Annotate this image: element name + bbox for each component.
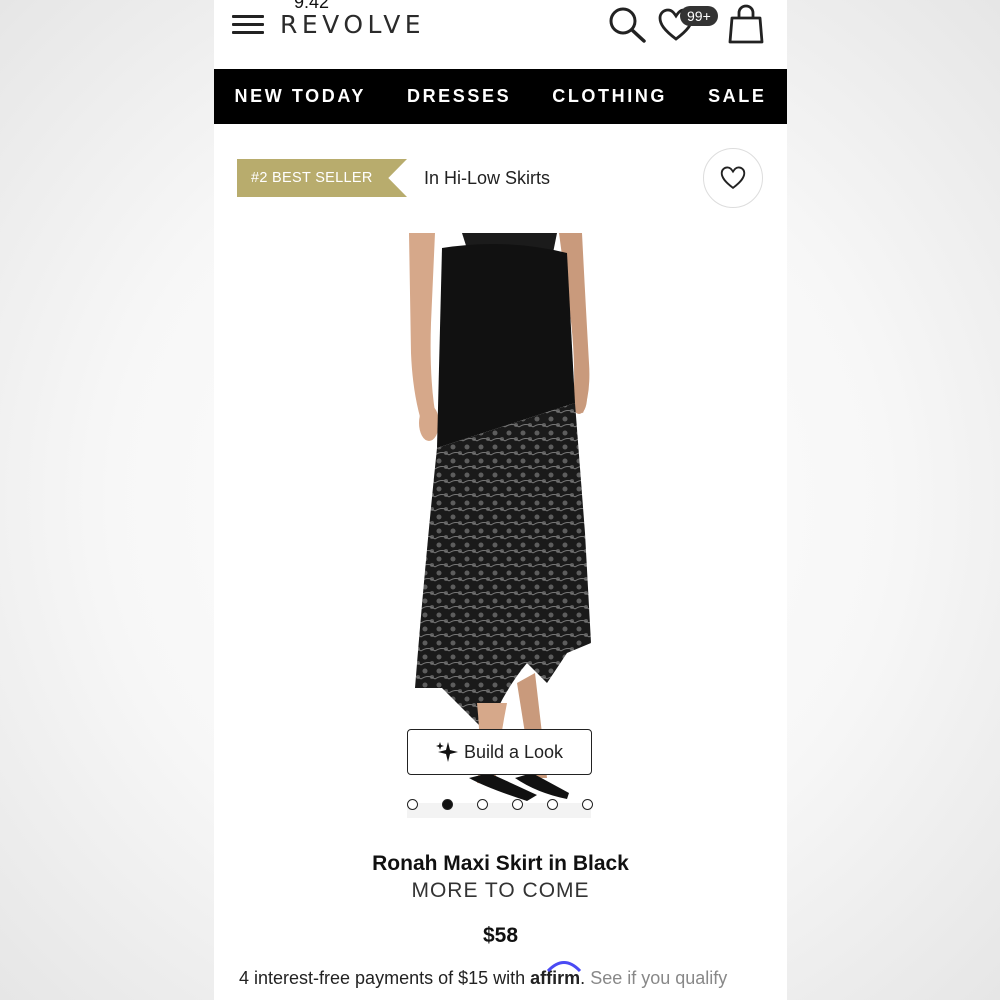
build-a-look-label: Build a Look	[463, 741, 564, 762]
add-to-wishlist-button[interactable]	[703, 148, 763, 208]
gallery-dot[interactable]	[582, 799, 593, 810]
bestseller-badge: #2 BEST SELLER	[237, 159, 407, 197]
wishlist-count-badge: 99+	[680, 6, 718, 26]
shopping-bag-icon[interactable]	[727, 4, 765, 44]
search-icon[interactable]	[608, 6, 648, 44]
product-title: Ronah Maxi Skirt in Black	[372, 852, 629, 875]
gallery-dot[interactable]	[477, 799, 488, 810]
nav-item-sale[interactable]: SALE	[708, 86, 766, 107]
nav-item-new-today[interactable]: NEW TODAY	[235, 86, 366, 107]
product-price: $58	[482, 924, 519, 947]
heart-icon	[720, 166, 746, 190]
category-nav: NEW TODAY DRESSES CLOTHING SALE	[214, 69, 787, 124]
nav-item-clothing[interactable]: CLOTHING	[552, 86, 667, 107]
affirm-logo: affirm	[530, 961, 582, 988]
category-link[interactable]: In Hi-Low Skirts	[424, 168, 550, 189]
nav-item-dresses[interactable]: DRESSES	[407, 86, 511, 107]
payment-info: 4 interest-free payments of $15 with aff…	[239, 961, 727, 989]
gallery-pagination	[407, 799, 617, 810]
gallery-dot-active[interactable]	[442, 799, 453, 810]
product-page: 9:42 REVOLVE 99+ NEW TODAY DRESSES CLOTH…	[214, 0, 787, 1000]
build-a-look-button[interactable]: Build a Look	[407, 729, 592, 775]
see-if-you-qualify-link[interactable]: See if you qualify	[590, 968, 727, 988]
menu-icon[interactable]	[232, 15, 264, 35]
revolve-logo[interactable]: REVOLVE	[280, 10, 425, 39]
gallery-dot[interactable]	[407, 799, 418, 810]
gallery-dot[interactable]	[512, 799, 523, 810]
sparkle-icon	[435, 742, 458, 762]
gallery-dot[interactable]	[547, 799, 558, 810]
app-header: 9:42 REVOLVE 99+	[214, 0, 787, 68]
product-brand[interactable]: MORE TO COME	[214, 879, 787, 903]
payment-text: 4 interest-free payments of $15 with	[239, 968, 531, 988]
